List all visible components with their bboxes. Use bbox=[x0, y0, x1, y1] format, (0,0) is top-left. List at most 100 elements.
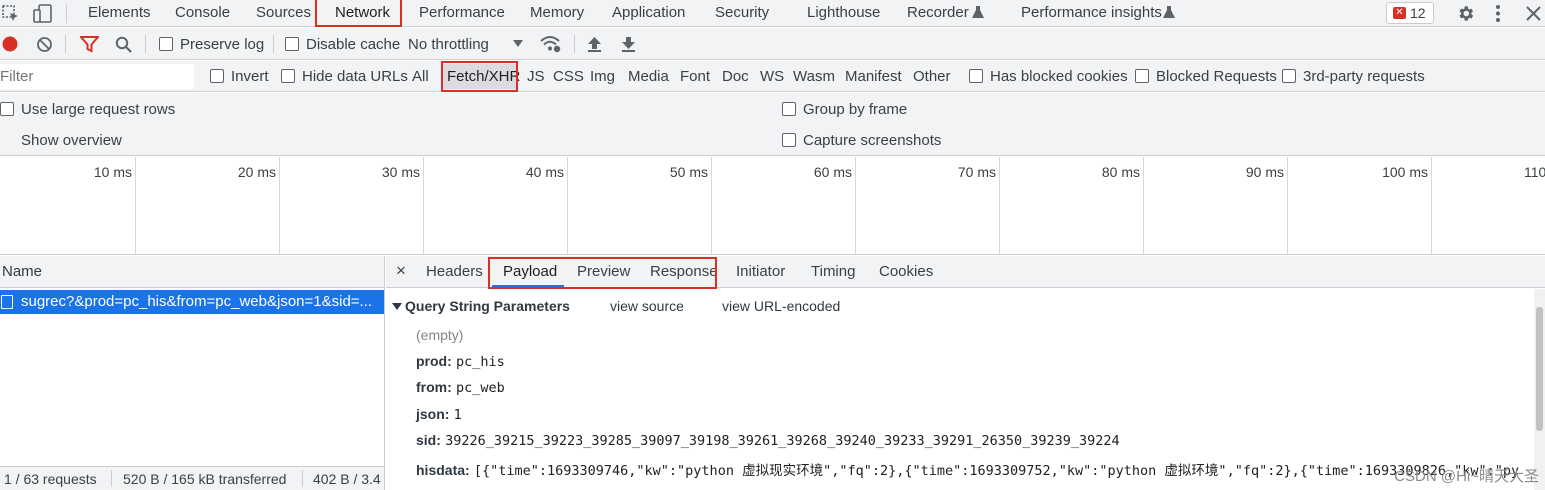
filter-type-font[interactable]: Font bbox=[680, 68, 710, 85]
tab-elements[interactable]: Elements bbox=[88, 0, 151, 27]
chevron-down-icon bbox=[513, 40, 523, 47]
throttling-select[interactable]: No throttling bbox=[408, 36, 489, 53]
has-blocked-cookies-label: Has blocked cookies bbox=[990, 68, 1128, 85]
filter-bar: Invert Hide data URLs All Fetch/XHR JS C… bbox=[0, 61, 1545, 92]
section-title[interactable]: Query String Parameters bbox=[405, 298, 570, 314]
tab-recorder[interactable]: Recorder bbox=[907, 0, 969, 27]
tab-initiator[interactable]: Initiator bbox=[736, 263, 785, 280]
filter-type-wasm[interactable]: Wasm bbox=[793, 68, 835, 85]
filter-type-img[interactable]: Img bbox=[590, 68, 615, 85]
param-value: pc_web bbox=[455, 380, 505, 396]
request-row-selected[interactable]: sugrec?&prod=pc_his&from=pc_web&json=1&s… bbox=[0, 290, 384, 314]
more-options-icon[interactable] bbox=[1494, 4, 1502, 23]
param-value: pc_his bbox=[455, 354, 505, 370]
devtools-tab-bar: Elements Console Sources Network Perform… bbox=[0, 0, 1545, 27]
param-key: hisdata: bbox=[416, 462, 470, 478]
tab-security[interactable]: Security bbox=[715, 0, 769, 27]
payload-content: Query String Parameters view source view… bbox=[386, 289, 1534, 490]
invert-checkbox[interactable] bbox=[210, 69, 224, 83]
third-party-requests-label: 3rd-party requests bbox=[1303, 68, 1425, 85]
preserve-log-checkbox[interactable] bbox=[159, 37, 173, 51]
param-row: prod: pc_his bbox=[416, 353, 505, 370]
tab-application[interactable]: Application bbox=[612, 0, 685, 27]
detail-tab-bar: × Headers Payload Preview Response Initi… bbox=[386, 256, 1545, 289]
network-toolbar: Preserve log Disable cache No throttling bbox=[0, 28, 1545, 60]
record-icon[interactable] bbox=[2, 36, 18, 52]
timeline-tick: 50 ms bbox=[669, 164, 708, 180]
param-row: json: 1 bbox=[416, 406, 462, 423]
timeline-tick: 110 bbox=[1524, 164, 1545, 180]
group-by-frame-checkbox[interactable] bbox=[782, 102, 796, 116]
param-key: json: bbox=[416, 406, 450, 422]
device-toolbar-icon[interactable] bbox=[33, 4, 53, 24]
param-value: [{"time":1693309746,"kw":"python 虚拟现实环境"… bbox=[473, 463, 1520, 479]
network-settings-pane: Use large request rows Group by frame Sh… bbox=[0, 93, 1545, 171]
tab-performance-insights[interactable]: Performance insights bbox=[1021, 0, 1162, 27]
tab-console[interactable]: Console bbox=[175, 0, 230, 27]
network-conditions-icon[interactable] bbox=[540, 35, 562, 53]
document-icon bbox=[1, 295, 13, 309]
flask-icon bbox=[972, 6, 984, 18]
tab-performance[interactable]: Performance bbox=[419, 0, 505, 27]
close-devtools-icon[interactable] bbox=[1525, 5, 1542, 22]
disable-cache-checkbox[interactable] bbox=[285, 37, 299, 51]
blocked-requests-checkbox[interactable] bbox=[1135, 69, 1149, 83]
highlight-fetch-xhr bbox=[441, 61, 518, 92]
triangle-down-icon[interactable] bbox=[392, 303, 402, 311]
clear-icon[interactable] bbox=[36, 36, 53, 53]
timeline-tick: 100 ms bbox=[1382, 164, 1428, 180]
filter-type-css[interactable]: CSS bbox=[553, 68, 584, 85]
resources-size: 402 B / 3.4 bbox=[313, 471, 381, 487]
param-key: from: bbox=[416, 379, 452, 395]
name-column-header[interactable]: Name bbox=[0, 256, 384, 288]
capture-screenshots-checkbox[interactable] bbox=[782, 133, 796, 147]
issue-error-icon: ✕ bbox=[1393, 7, 1406, 19]
tab-memory[interactable]: Memory bbox=[530, 0, 584, 27]
issues-count: 12 bbox=[1410, 5, 1426, 21]
tab-timing[interactable]: Timing bbox=[811, 263, 855, 280]
issues-counter-button[interactable]: ✕ 12 bbox=[1386, 2, 1434, 24]
inspect-element-icon[interactable] bbox=[2, 5, 20, 23]
filter-type-media[interactable]: Media bbox=[628, 68, 669, 85]
tab-headers[interactable]: Headers bbox=[426, 263, 483, 280]
view-source-link[interactable]: view source bbox=[610, 298, 684, 314]
timeline-tick: 30 ms bbox=[381, 164, 420, 180]
filter-icon[interactable] bbox=[80, 36, 99, 53]
network-overview-timeline[interactable]: 10 ms 20 ms 30 ms 40 ms 50 ms 60 ms 70 m… bbox=[0, 157, 1545, 255]
hide-data-urls-label: Hide data URLs bbox=[302, 68, 408, 85]
timeline-tick: 90 ms bbox=[1245, 164, 1284, 180]
close-detail-icon[interactable]: × bbox=[396, 261, 406, 281]
filter-type-js[interactable]: JS bbox=[527, 68, 545, 85]
flask-icon bbox=[1163, 6, 1175, 18]
tab-cookies[interactable]: Cookies bbox=[879, 263, 933, 280]
hide-data-urls-checkbox[interactable] bbox=[281, 69, 295, 83]
search-icon[interactable] bbox=[115, 36, 132, 53]
vertical-scrollbar[interactable] bbox=[1534, 289, 1545, 490]
disable-cache-label: Disable cache bbox=[306, 36, 401, 53]
filter-input[interactable] bbox=[0, 64, 194, 89]
export-har-icon[interactable] bbox=[621, 36, 636, 52]
timeline-tick: 10 ms bbox=[93, 164, 132, 180]
third-party-requests-checkbox[interactable] bbox=[1282, 69, 1296, 83]
scrollbar-thumb[interactable] bbox=[1536, 307, 1543, 431]
filter-type-manifest[interactable]: Manifest bbox=[845, 68, 902, 85]
gear-icon[interactable] bbox=[1456, 4, 1475, 23]
tab-sources[interactable]: Sources bbox=[256, 0, 311, 27]
filter-type-ws[interactable]: WS bbox=[760, 68, 784, 85]
param-key: sid: bbox=[416, 432, 441, 448]
request-list: Name sugrec?&prod=pc_his&from=pc_web&jso… bbox=[0, 256, 385, 490]
filter-type-doc[interactable]: Doc bbox=[722, 68, 749, 85]
show-overview-label: Show overview bbox=[21, 132, 122, 149]
large-rows-checkbox[interactable] bbox=[0, 102, 14, 116]
timeline-tick: 60 ms bbox=[813, 164, 852, 180]
import-har-icon[interactable] bbox=[587, 36, 602, 52]
blocked-requests-label: Blocked Requests bbox=[1156, 68, 1277, 85]
view-url-encoded-link[interactable]: view URL-encoded bbox=[722, 298, 840, 314]
timeline-tick: 70 ms bbox=[957, 164, 996, 180]
has-blocked-cookies-checkbox[interactable] bbox=[969, 69, 983, 83]
filter-type-other[interactable]: Other bbox=[913, 68, 951, 85]
filter-type-all[interactable]: All bbox=[412, 68, 429, 85]
tab-lighthouse[interactable]: Lighthouse bbox=[807, 0, 880, 27]
network-status-bar: 1 / 63 requests 520 B / 165 kB transferr… bbox=[0, 466, 384, 490]
request-count: 1 / 63 requests bbox=[4, 471, 97, 487]
